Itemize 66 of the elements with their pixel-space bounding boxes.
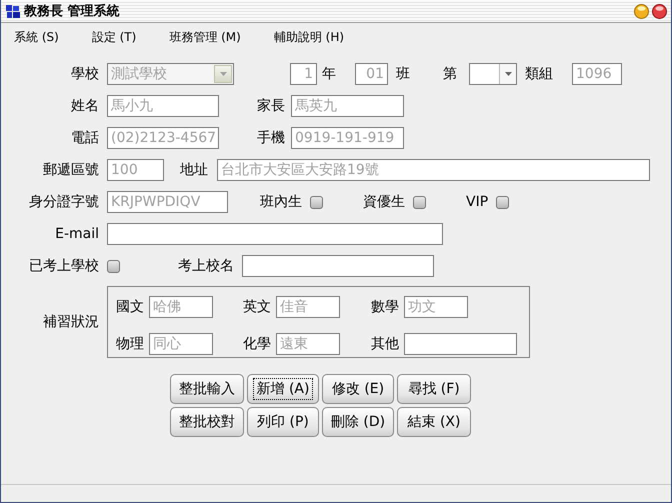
text-field[interactable]: KRJPWPDIQV xyxy=(107,191,228,213)
text-field[interactable]: 同心 xyxy=(149,332,213,355)
text-field[interactable]: 台北市大安區大安路19號 xyxy=(217,159,650,181)
text-field[interactable] xyxy=(242,255,434,277)
text-field[interactable]: 1096 xyxy=(572,63,622,85)
close-icon[interactable] xyxy=(652,4,667,18)
field-label: 補習狀況 xyxy=(42,313,99,331)
action-button[interactable]: 整批校對 xyxy=(170,407,244,437)
field-label: 數學 xyxy=(371,298,399,316)
text-field[interactable]: 1 xyxy=(290,63,317,85)
menu-item[interactable]: 設定 (T) xyxy=(78,28,150,46)
field-label: 郵遞區號 xyxy=(42,161,99,179)
text-field[interactable]: (02)2123-4567 xyxy=(107,127,219,149)
text-field[interactable] xyxy=(404,332,517,355)
field-label: 英文 xyxy=(243,298,271,316)
action-button[interactable]: 列印 (P) xyxy=(247,407,319,437)
field-label: 已考上學校 xyxy=(28,257,99,275)
field-label: 物理 xyxy=(116,334,144,353)
menu-item[interactable]: 系統 (S) xyxy=(1,28,73,46)
dropdown-arrow-icon xyxy=(220,72,226,76)
text-field[interactable]: 0919-191-919 xyxy=(291,127,404,149)
window-title: 教務長 管理系統 xyxy=(24,2,120,20)
action-button[interactable]: 結束 (X) xyxy=(397,407,471,437)
field-label: 考上校名 xyxy=(178,257,234,275)
field-label: 類組 xyxy=(525,65,553,83)
text-field[interactable]: 馬英九 xyxy=(291,95,404,117)
field-label: 手機 xyxy=(256,129,285,147)
dropdown-arrow-icon xyxy=(504,72,512,76)
field-label: 化學 xyxy=(243,334,271,353)
field-label: 班內生 xyxy=(260,193,302,211)
field-label: 學校 xyxy=(70,65,99,83)
action-button[interactable]: 修改 (E) xyxy=(322,374,394,404)
text-field[interactable]: 哈佛 xyxy=(149,296,213,318)
text-field[interactable]: 01 xyxy=(355,63,388,85)
field-label: 電話 xyxy=(70,129,99,147)
action-button[interactable]: 刪除 (D) xyxy=(322,407,394,437)
field-label: VIP xyxy=(466,194,488,210)
field-label: 其他 xyxy=(371,334,399,353)
field-label: 國文 xyxy=(116,298,144,316)
text-field[interactable]: 遠東 xyxy=(276,332,340,355)
text-field[interactable]: 100 xyxy=(107,159,164,181)
field-label: 身分證字號 xyxy=(28,193,99,211)
menu-item[interactable]: 輔助說明 (H) xyxy=(260,28,358,46)
text-field[interactable] xyxy=(107,223,443,245)
app-logo-icon xyxy=(5,3,21,19)
field-label: 家長 xyxy=(256,97,285,115)
field-label: 資優生 xyxy=(363,193,405,211)
minimize-icon[interactable] xyxy=(634,4,649,18)
text-field[interactable]: 功文 xyxy=(404,296,468,318)
text-field[interactable]: 馬小九 xyxy=(107,95,219,117)
menu-item[interactable]: 班務管理 (M) xyxy=(156,28,255,46)
checkbox[interactable] xyxy=(496,196,510,208)
action-button[interactable]: 新增 (A) xyxy=(247,374,319,404)
action-button[interactable]: 尋找 (F) xyxy=(397,374,471,404)
field-label: E-mail xyxy=(54,226,99,242)
field-label: 班 xyxy=(396,65,410,83)
field-label: 地址 xyxy=(180,161,208,179)
field-label: 姓名 xyxy=(70,97,99,115)
field-label: 年 xyxy=(322,65,336,83)
action-button[interactable]: 整批輸入 xyxy=(170,374,244,404)
checkbox[interactable] xyxy=(310,196,323,208)
checkbox[interactable] xyxy=(413,196,426,208)
checkbox[interactable] xyxy=(107,260,120,272)
field-label: 第 xyxy=(443,65,457,83)
text-field[interactable]: 佳音 xyxy=(276,296,340,318)
dropdown[interactable] xyxy=(469,63,517,85)
